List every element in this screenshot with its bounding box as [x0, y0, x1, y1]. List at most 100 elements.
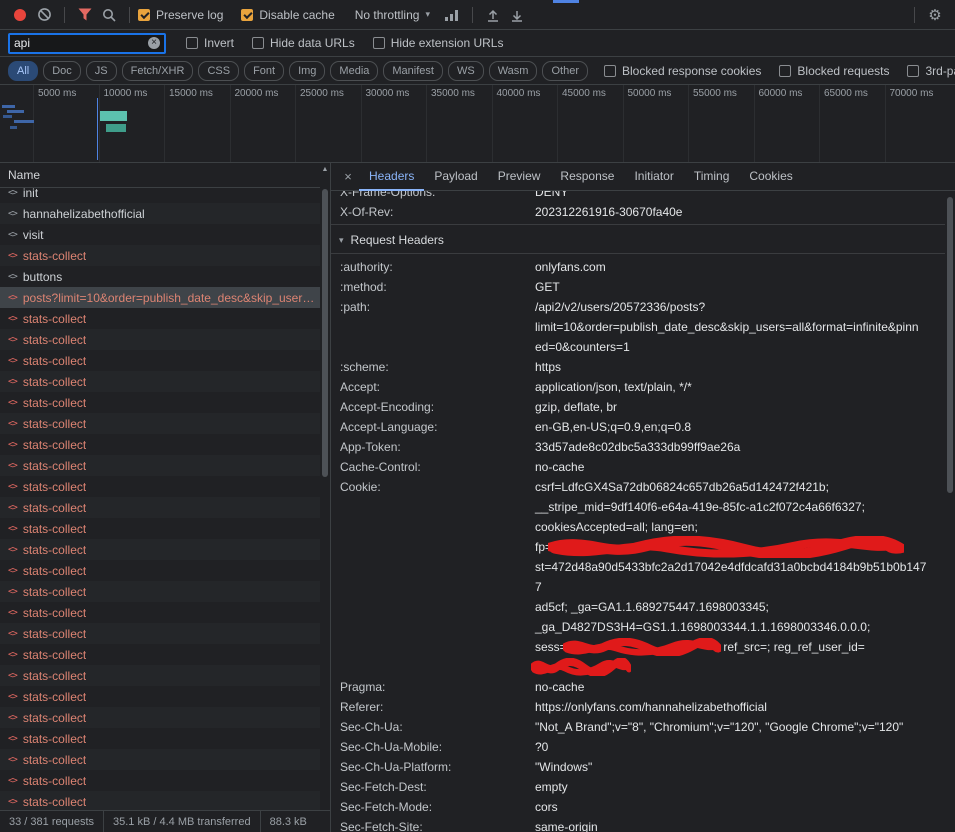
headers-panel[interactable]: X-Frame-Options:DENYX-Of-Rev:20231226191…: [331, 191, 945, 832]
filter-pill-all[interactable]: All: [8, 61, 38, 81]
request-row[interactable]: <>posts?limit=10&order=publish_date_desc…: [0, 287, 320, 308]
filter-pill-other[interactable]: Other: [542, 61, 588, 81]
request-row[interactable]: <>stats-collect: [0, 455, 320, 476]
requests-scrollbar[interactable]: ▲: [320, 163, 330, 810]
request-row[interactable]: <>stats-collect: [0, 644, 320, 665]
request-row[interactable]: <>stats-collect: [0, 665, 320, 686]
toolbar-divider: [472, 7, 473, 23]
tab-preview[interactable]: Preview: [488, 163, 551, 191]
filter-input[interactable]: api ×: [8, 33, 166, 54]
request-row[interactable]: <>buttons: [0, 266, 320, 287]
search-button[interactable]: [97, 4, 121, 26]
request-row[interactable]: <>stats-collect: [0, 686, 320, 707]
header-name: Referer:: [331, 697, 535, 717]
blocked-response-cookies-checkbox[interactable]: Blocked response cookies: [604, 64, 761, 78]
scrollbar-thumb[interactable]: [322, 189, 328, 477]
script-resource-icon: <>: [8, 461, 17, 471]
request-row[interactable]: <>stats-collect: [0, 770, 320, 791]
script-resource-icon: <>: [8, 734, 17, 744]
hide-data-urls-checkbox[interactable]: Hide data URLs: [252, 36, 355, 50]
blocked-requests-checkbox[interactable]: Blocked requests: [779, 64, 889, 78]
request-row[interactable]: <>stats-collect: [0, 539, 320, 560]
invert-checkbox[interactable]: Invert: [186, 36, 234, 50]
scroll-up-icon[interactable]: ▲: [320, 166, 330, 173]
network-conditions-button[interactable]: [440, 4, 464, 26]
filter-pill-fetch-xhr[interactable]: Fetch/XHR: [122, 61, 194, 81]
filter-pill-font[interactable]: Font: [244, 61, 284, 81]
filter-pill-js[interactable]: JS: [86, 61, 117, 81]
clear-button[interactable]: [32, 4, 56, 26]
request-name: stats-collect: [23, 648, 86, 662]
funnel-icon: [78, 8, 92, 21]
request-row[interactable]: <>stats-collect: [0, 434, 320, 455]
resource-type-filter-bar: AllDocJSFetch/XHRCSSFontImgMediaManifest…: [0, 57, 955, 85]
close-details-button[interactable]: ×: [337, 169, 359, 184]
request-row[interactable]: <>stats-collect: [0, 371, 320, 392]
request-name: stats-collect: [23, 564, 86, 578]
disclosure-triangle-icon: ▾: [339, 235, 344, 246]
network-overview-timeline[interactable]: 5000 ms10000 ms15000 ms20000 ms25000 ms3…: [0, 85, 955, 163]
request-row[interactable]: <>stats-collect: [0, 581, 320, 602]
request-name: stats-collect: [23, 438, 86, 452]
import-har-button[interactable]: [481, 4, 505, 26]
request-row[interactable]: <>stats-collect: [0, 245, 320, 266]
request-row[interactable]: <>stats-collect: [0, 476, 320, 497]
script-resource-icon: <>: [8, 251, 17, 261]
request-row[interactable]: <>stats-collect: [0, 518, 320, 539]
column-header-name[interactable]: Name: [0, 163, 330, 188]
header-row: Sec-Fetch-Mode:cors: [331, 797, 945, 817]
clear-filter-icon[interactable]: ×: [148, 37, 160, 49]
request-row[interactable]: <>stats-collect: [0, 602, 320, 623]
filter-toggle-button[interactable]: [73, 4, 97, 26]
request-row[interactable]: <>stats-collect: [0, 497, 320, 518]
tab-cookies[interactable]: Cookies: [739, 163, 802, 191]
filter-pill-manifest[interactable]: Manifest: [383, 61, 443, 81]
filter-pill-wasm[interactable]: Wasm: [489, 61, 538, 81]
request-headers-section-header[interactable]: ▾Request Headers: [331, 227, 945, 254]
request-row[interactable]: <>visit: [0, 224, 320, 245]
requests-pane: Name <>init<>hannahelizabethofficial<>vi…: [0, 163, 331, 832]
request-row[interactable]: <>stats-collect: [0, 350, 320, 371]
request-name: stats-collect: [23, 627, 86, 641]
request-row[interactable]: <>stats-collect: [0, 623, 320, 644]
tab-timing[interactable]: Timing: [684, 163, 740, 191]
header-value: csrf=LdfcGX4Sa72db06824c657db26a5d142472…: [535, 477, 945, 677]
third-party-requests-checkbox[interactable]: 3rd-party requests: [907, 64, 955, 78]
requests-count: 33 / 381 requests: [0, 811, 104, 832]
request-row[interactable]: <>stats-collect: [0, 413, 320, 434]
record-button[interactable]: [8, 4, 32, 26]
request-row[interactable]: <>stats-collect: [0, 791, 320, 810]
filter-pill-img[interactable]: Img: [289, 61, 325, 81]
filter-pill-media[interactable]: Media: [330, 61, 378, 81]
request-row[interactable]: <>stats-collect: [0, 329, 320, 350]
tab-initiator[interactable]: Initiator: [624, 163, 683, 191]
tab-headers[interactable]: Headers: [359, 163, 424, 191]
scrollbar-thumb[interactable]: [947, 197, 953, 493]
request-row[interactable]: <>stats-collect: [0, 560, 320, 581]
script-resource-icon: <>: [8, 209, 17, 219]
request-row[interactable]: <>stats-collect: [0, 707, 320, 728]
waterfall-bar: [14, 120, 34, 123]
preserve-log-checkbox[interactable]: Preserve log: [138, 8, 223, 22]
filter-pill-css[interactable]: CSS: [198, 61, 239, 81]
request-row[interactable]: <>stats-collect: [0, 392, 320, 413]
tab-response[interactable]: Response: [550, 163, 624, 191]
request-row[interactable]: <>stats-collect: [0, 308, 320, 329]
request-row[interactable]: <>stats-collect: [0, 749, 320, 770]
header-name: X-Frame-Options:: [331, 191, 535, 202]
tab-payload[interactable]: Payload: [424, 163, 487, 191]
header-row: :path:/api2/v2/users/20572336/posts?limi…: [331, 297, 945, 357]
script-resource-icon: <>: [8, 545, 17, 555]
request-row[interactable]: <>init: [0, 188, 320, 203]
throttling-select[interactable]: No throttling ▾: [355, 8, 430, 22]
request-row[interactable]: <>hannahelizabethofficial: [0, 203, 320, 224]
settings-button[interactable]: ⚙: [923, 4, 947, 26]
filter-pill-ws[interactable]: WS: [448, 61, 484, 81]
request-row[interactable]: <>stats-collect: [0, 728, 320, 749]
request-list[interactable]: <>init<>hannahelizabethofficial<>visit<>…: [0, 188, 320, 810]
details-scrollbar[interactable]: [945, 191, 955, 832]
disable-cache-checkbox[interactable]: Disable cache: [241, 8, 334, 22]
filter-pill-doc[interactable]: Doc: [43, 61, 81, 81]
hide-extension-urls-checkbox[interactable]: Hide extension URLs: [373, 36, 504, 50]
export-har-button[interactable]: [505, 4, 529, 26]
